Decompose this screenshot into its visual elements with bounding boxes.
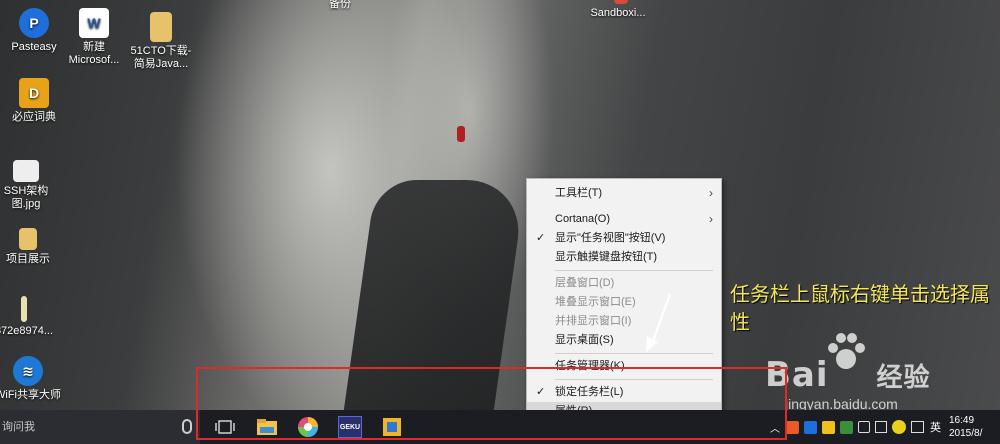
- keyboard-icon[interactable]: [911, 421, 924, 433]
- wifi-share-icon: ≋: [13, 356, 43, 386]
- desktop-icon-872e[interactable]: 872e8974...: [0, 296, 58, 338]
- check-icon: ✓: [536, 232, 546, 244]
- desktop-icon-sandboxie[interactable]: Sandboxi...: [584, 0, 652, 20]
- desktop-icon-pasteasy[interactable]: P Pasteasy: [0, 8, 68, 54]
- annotation-arrow-icon: [646, 293, 672, 352]
- tray-app-icon[interactable]: [892, 420, 906, 434]
- annotation-text: 任务栏上鼠标右键单击选择属性: [730, 284, 990, 334]
- menu-item-cascade: 层叠窗口(D): [555, 277, 615, 289]
- clock[interactable]: 16:49 2015/8/: [949, 414, 982, 440]
- clock-date: 2015/8/: [949, 428, 983, 439]
- tray-app-icon[interactable]: [840, 420, 853, 434]
- sandboxie-icon: [614, 0, 628, 4]
- search-placeholder: 询问我: [2, 421, 35, 433]
- tray-app-icon[interactable]: [804, 420, 817, 434]
- desktop-icon-label: 备份: [329, 0, 351, 10]
- menu-item-show-desktop[interactable]: 显示桌面(S): [527, 331, 721, 350]
- microphone-icon[interactable]: [182, 419, 192, 434]
- desktop-icon-wifi[interactable]: ≋ WiFi共享大师: [0, 356, 62, 402]
- desktop-icon-label: 必应词典: [12, 111, 56, 123]
- image-file-icon: [13, 160, 39, 182]
- menu-item-toolbars[interactable]: 工具栏(T) ›: [527, 184, 721, 203]
- desktop-icon-label: 872e8974...: [0, 325, 54, 337]
- menu-item-show-task-view[interactable]: ✓ 显示"任务视图"按钮(V): [527, 229, 721, 248]
- menu-item-side-by-side: 并排显示窗口(I): [555, 315, 632, 327]
- desktop-icon-label: 项目展示: [6, 253, 50, 265]
- folder-icon: [150, 12, 172, 42]
- dictionary-icon: D: [19, 78, 49, 108]
- clock-time: 16:49: [949, 415, 975, 426]
- watermark-logo: Bai 经验: [765, 355, 931, 395]
- desktop-icon-label: SSH架构图.jpg: [3, 185, 49, 210]
- language-indicator[interactable]: 英: [930, 419, 941, 435]
- pasteasy-icon: P: [19, 8, 49, 38]
- desktop-icon-label: 新建 Microsof...: [68, 41, 120, 66]
- cortana-search-box[interactable]: 询问我: [0, 410, 200, 444]
- desktop-icon-project[interactable]: 项目展示: [0, 228, 62, 266]
- wallpaper-climber: [457, 126, 465, 142]
- chevron-right-icon: ›: [709, 186, 713, 200]
- desktop-icon-label: 51CTO下载-简易Java...: [130, 45, 192, 70]
- menu-item-cortana[interactable]: Cortana(O) ›: [527, 210, 721, 229]
- file-icon: [21, 296, 27, 322]
- desktop-icon-ssh[interactable]: SSH架构图.jpg: [0, 160, 60, 211]
- menu-item-stack: 堆叠显示窗口(E): [555, 296, 636, 308]
- desktop-icon-word[interactable]: W 新建 Microsof...: [60, 8, 128, 67]
- desktop-icon-backup[interactable]: 备份: [306, 0, 374, 11]
- desktop-icon-label: Sandboxi...: [590, 7, 646, 19]
- system-tray: ︿ 英 16:49 2015/8/: [770, 410, 1000, 444]
- tray-app-icon[interactable]: [822, 420, 835, 434]
- desktop-icon-label: Pasteasy: [11, 41, 57, 53]
- menu-separator: [555, 270, 713, 271]
- tray-app-icon[interactable]: [786, 420, 799, 434]
- desktop-icon-label: WiFi共享大师: [0, 389, 61, 401]
- network-icon[interactable]: [858, 421, 870, 433]
- annotation-highlight-box: [196, 367, 787, 440]
- menu-separator: [555, 353, 713, 354]
- document-icon: [19, 228, 37, 250]
- desktop-icon-51cto[interactable]: 51CTO下载-简易Java...: [127, 12, 195, 71]
- word-document-icon: W: [79, 8, 109, 38]
- desktop-icon-bing-dict[interactable]: D 必应词典: [0, 78, 68, 124]
- chevron-right-icon: ›: [709, 212, 713, 226]
- volume-icon[interactable]: [875, 421, 887, 433]
- menu-item-show-touch-keyboard[interactable]: 显示触摸键盘按钮(T): [527, 248, 721, 267]
